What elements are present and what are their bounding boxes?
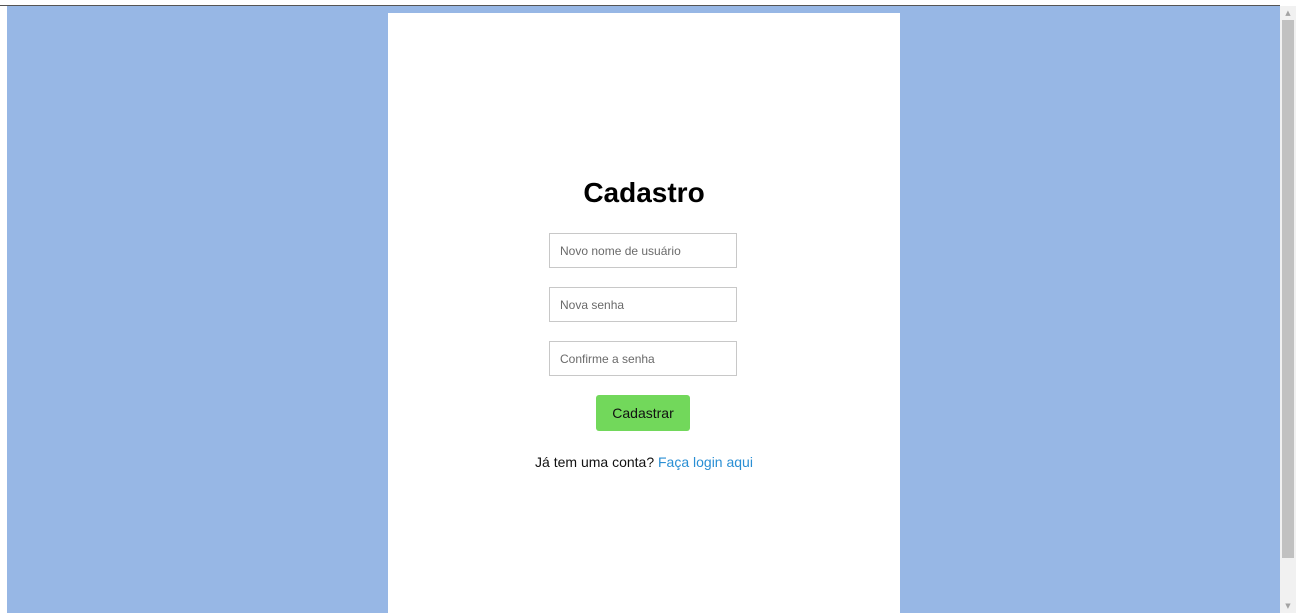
scrollbar-thumb[interactable] bbox=[1282, 20, 1294, 558]
window-left-edge bbox=[0, 0, 7, 613]
window-right-edge bbox=[1296, 0, 1303, 613]
username-input[interactable] bbox=[549, 233, 737, 268]
confirm-password-input[interactable] bbox=[549, 341, 737, 376]
signup-card: Cadastro Cadastrar Já tem uma conta? Faç… bbox=[388, 13, 900, 613]
page-background: Cadastro Cadastrar Já tem uma conta? Faç… bbox=[7, 6, 1280, 613]
vertical-scrollbar[interactable]: ▲ ▼ bbox=[1280, 6, 1296, 613]
login-link[interactable]: Faça login aqui bbox=[658, 454, 753, 470]
login-prompt-text: Já tem uma conta? bbox=[535, 454, 655, 470]
login-prompt-line: Já tem uma conta? Faça login aqui bbox=[388, 454, 900, 470]
password-input[interactable] bbox=[549, 287, 737, 322]
chevron-up-icon[interactable]: ▲ bbox=[1280, 6, 1296, 20]
chevron-down-icon[interactable]: ▼ bbox=[1280, 599, 1296, 613]
signup-button[interactable]: Cadastrar bbox=[596, 395, 690, 431]
page-title: Cadastro bbox=[583, 177, 705, 208]
